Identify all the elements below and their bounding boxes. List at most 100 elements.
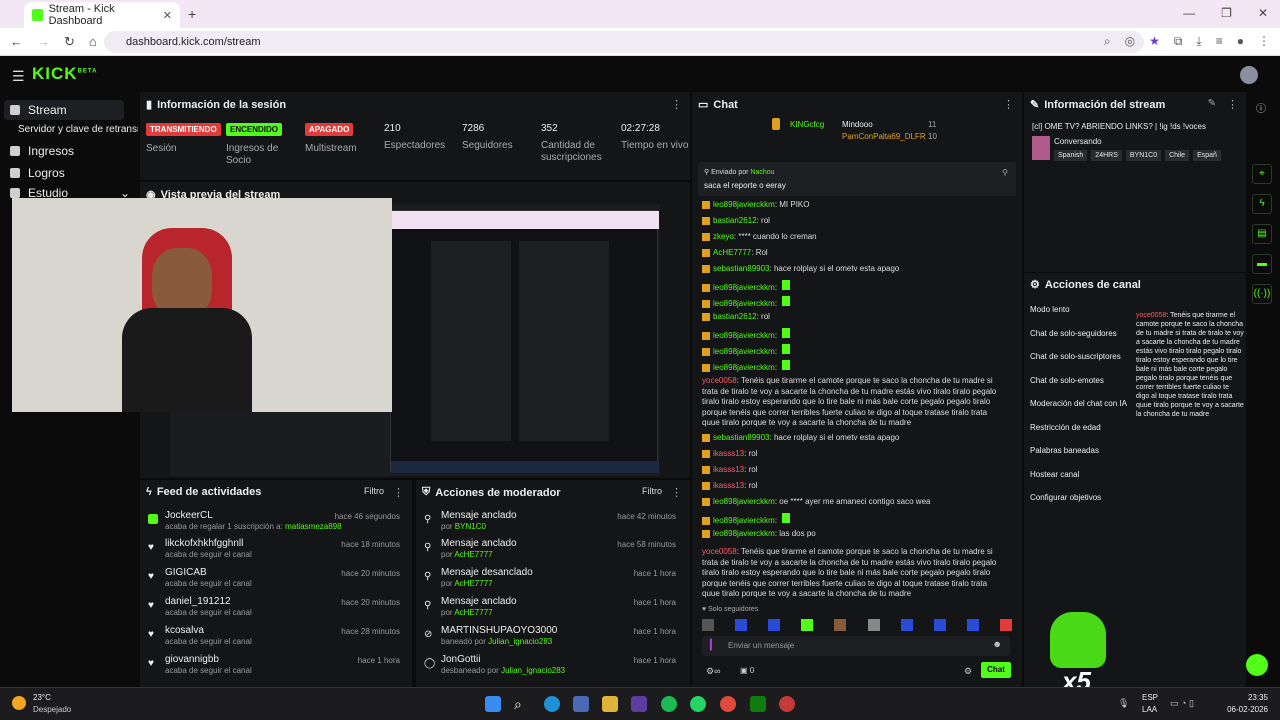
tag[interactable]: 24HRS: [1091, 150, 1122, 161]
lang-indicator[interactable]: ESP: [1142, 693, 1158, 702]
emote-icon[interactable]: [900, 619, 913, 631]
channel-action-item[interactable]: Chat de solo-seguidores: [1030, 329, 1117, 338]
kick-logo[interactable]: KICKBETA: [32, 64, 97, 84]
playlist-icon[interactable]: ≡: [1216, 34, 1223, 49]
chat-title: ▭ Chat: [698, 98, 738, 112]
followers-count: 7286: [462, 123, 485, 134]
chat-input[interactable]: ▎ Enviar un mensaje ☻: [702, 636, 1010, 656]
tag[interactable]: BYN1C0: [1125, 150, 1162, 161]
channel-action-item[interactable]: Moderación del chat con IA: [1030, 399, 1127, 408]
browser-tab[interactable]: Stream - Kick Dashboard ✕: [24, 2, 180, 28]
profile-icon[interactable]: ●: [1237, 34, 1244, 49]
reload-icon[interactable]: ↻: [64, 34, 75, 50]
pinned-message[interactable]: ⚲ Enviado por Nachou saca el reporte o e…: [698, 162, 1016, 196]
chat-message: leo898javierckkm:: [702, 296, 1002, 310]
snip-icon[interactable]: [631, 696, 647, 712]
chat-input-placeholder: Enviar un mensaje: [728, 641, 795, 650]
pinned-by: Nachou: [750, 169, 775, 176]
search-icon[interactable]: ⌕: [514, 696, 530, 712]
tag[interactable]: Spanish: [1054, 150, 1088, 161]
more-icon[interactable]: ⋮: [671, 486, 682, 499]
start-icon[interactable]: [485, 696, 501, 712]
info-icon[interactable]: ⓘ: [1256, 100, 1266, 115]
emote-icon[interactable]: [999, 619, 1012, 631]
download-icon[interactable]: ⤓: [1196, 34, 1201, 49]
hamburger-icon[interactable]: ☰: [12, 68, 25, 85]
shield-icon: ⛨: [422, 486, 431, 498]
tag[interactable]: Chile: [1165, 150, 1190, 161]
edge-icon[interactable]: [544, 696, 560, 712]
home-icon[interactable]: ⌂: [89, 34, 97, 50]
xbox-icon[interactable]: [750, 696, 766, 712]
feed-filter-button[interactable]: Filtro: [364, 486, 384, 496]
emoji-icon[interactable]: ☻: [993, 639, 1002, 649]
unpin-icon[interactable]: ⚲: [1002, 168, 1008, 177]
channel-action-item[interactable]: Hostear canal: [1030, 470, 1079, 479]
app-icon[interactable]: [779, 696, 795, 712]
chat-bubble-icon[interactable]: [1246, 654, 1268, 676]
user-avatar[interactable]: [1240, 66, 1258, 84]
network-icon[interactable]: ▭ ◔ ▯: [1170, 698, 1194, 709]
forward-icon[interactable]: →: [37, 34, 50, 50]
emote-icon[interactable]: [933, 619, 946, 631]
sidebar-item-ingresos[interactable]: Ingresos: [10, 144, 74, 158]
channel-action-item[interactable]: Restricción de edad: [1030, 423, 1101, 432]
top-gifter-1: KINGcfcg: [790, 120, 825, 129]
more-icon[interactable]: ⋮: [393, 486, 404, 499]
settings-icon[interactable]: ⚙∞: [706, 666, 720, 677]
restore-icon[interactable]: ❐: [1221, 6, 1232, 20]
tray-icon[interactable]: 🎙: [1118, 698, 1129, 709]
spotify-icon[interactable]: [661, 696, 677, 712]
emote-icon[interactable]: [768, 619, 781, 631]
message-icon[interactable]: ▬: [1252, 254, 1272, 274]
sidebar-item-logros[interactable]: Logros: [10, 166, 65, 180]
whatsapp-icon[interactable]: [690, 696, 706, 712]
channel-action-item[interactable]: Configurar objetivos: [1030, 493, 1101, 502]
emote-icon[interactable]: [702, 619, 714, 631]
emote-icon[interactable]: [834, 619, 847, 631]
emote-icon: [782, 360, 791, 370]
close-window-icon[interactable]: ✕: [1258, 6, 1268, 20]
emote-icon[interactable]: [801, 619, 814, 631]
eye-off-icon[interactable]: ◎: [1125, 34, 1135, 49]
more-icon[interactable]: ⋮: [1003, 98, 1014, 111]
tag[interactable]: Españ: [1193, 150, 1221, 161]
status-badge-multistream: APAGADO: [305, 123, 354, 136]
edit-icon[interactable]: ✎: [1208, 98, 1216, 109]
lightning-icon[interactable]: ϟ: [1252, 194, 1272, 214]
clock-time[interactable]: 23:35: [1248, 693, 1268, 702]
channel-action-item[interactable]: Chat de solo-emotes: [1030, 376, 1104, 385]
sidebar-item-stream[interactable]: Stream: [4, 100, 124, 120]
star-icon[interactable]: ★: [1149, 34, 1160, 49]
emote-icon[interactable]: [966, 619, 979, 631]
browser-tabbar: Stream - Kick Dashboard ✕ + — ❐ ✕: [0, 0, 1280, 28]
channel-action-item[interactable]: Chat de solo-suscriptores: [1030, 352, 1121, 361]
minimize-icon[interactable]: —: [1183, 6, 1195, 20]
chrome-icon[interactable]: [720, 696, 736, 712]
extensions-icon[interactable]: ⧉: [1174, 34, 1183, 49]
feed-row: ♥ kcosalva acaba de seguir el canal hace 28…: [148, 625, 400, 646]
pin-icon: ⚲: [424, 542, 432, 553]
mic-icon[interactable]: ▎: [710, 640, 718, 651]
mod-filter-button[interactable]: Filtro: [642, 486, 662, 496]
url-field[interactable]: dashboard.kick.com/stream: [104, 31, 1144, 53]
close-tab-icon[interactable]: ✕: [163, 9, 172, 22]
send-chat-button[interactable]: Chat: [981, 662, 1011, 678]
more-icon[interactable]: ⋮: [671, 98, 682, 111]
back-icon[interactable]: ←: [10, 34, 23, 50]
channel-action-item[interactable]: Palabras baneadas: [1030, 446, 1099, 455]
clip-icon[interactable]: ⌖: [1252, 164, 1272, 184]
clipboard-icon[interactable]: ▤: [1252, 224, 1272, 244]
zoom-icon[interactable]: ⌕: [1104, 34, 1111, 49]
chat-settings-icon[interactable]: ⚙: [964, 666, 972, 677]
menu-icon[interactable]: ⋮: [1258, 34, 1270, 49]
store-icon[interactable]: [573, 696, 589, 712]
folder-icon[interactable]: [602, 696, 618, 712]
emote-icon[interactable]: [867, 619, 880, 631]
more-icon[interactable]: ⋮: [1227, 98, 1238, 111]
sidebar-item-server-key[interactable]: Servidor y clave de retransmisión: [18, 124, 138, 135]
broadcast-icon[interactable]: ((·)): [1252, 284, 1272, 304]
channel-action-item[interactable]: Modo lento: [1030, 305, 1070, 314]
new-tab-icon[interactable]: +: [188, 6, 196, 22]
emote-icon[interactable]: [735, 619, 748, 631]
